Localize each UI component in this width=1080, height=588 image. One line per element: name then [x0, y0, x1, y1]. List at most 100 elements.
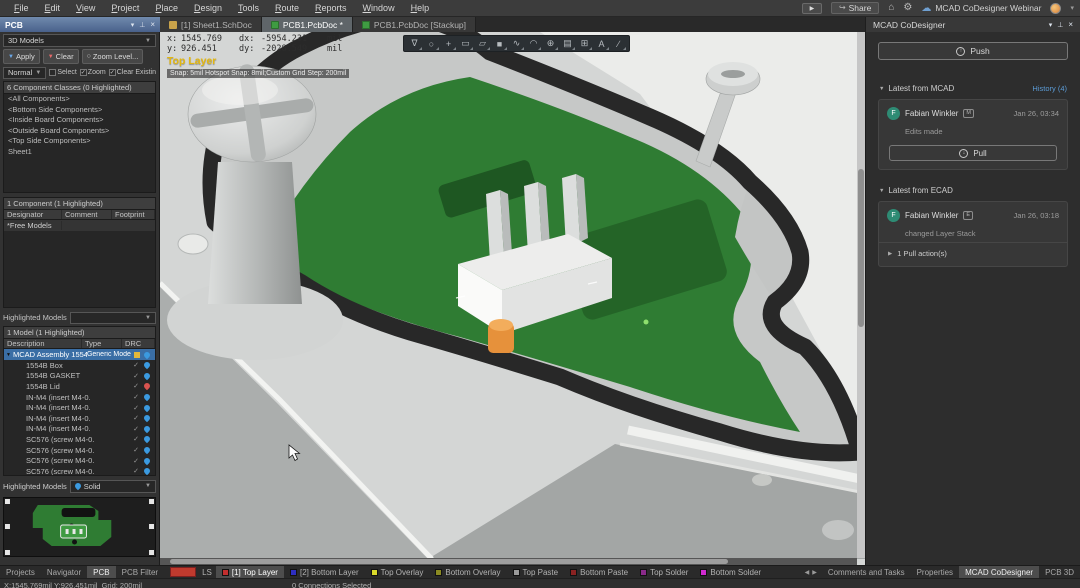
line-icon[interactable]: ∕: [610, 36, 627, 51]
pan-icon[interactable]: ▱: [474, 36, 491, 51]
panel-tab-properties[interactable]: Properties: [911, 566, 959, 578]
checkbox-zoom[interactable]: ✓Zoom: [80, 69, 106, 76]
clear-button[interactable]: ▼Clear: [43, 49, 79, 64]
model-checkbox[interactable]: ✓: [130, 457, 142, 465]
menu-place[interactable]: Place: [147, 2, 186, 14]
move-icon[interactable]: +: [440, 36, 457, 51]
menu-view[interactable]: View: [68, 2, 103, 14]
pcb-3d-viewport[interactable]: x:1545.769dx:-5954.231mil y:926.451dy:-2…: [160, 32, 865, 565]
layer-set-label[interactable]: LS: [198, 566, 216, 578]
filter-icon[interactable]: ∇: [406, 36, 423, 51]
snippet-icon[interactable]: ⊞: [576, 36, 593, 51]
model-checkbox[interactable]: ✓: [130, 435, 142, 443]
horizontal-scrollbar[interactable]: [160, 558, 857, 565]
model-row[interactable]: SC576 (screw M4-0.✓: [4, 445, 155, 456]
model-checkbox[interactable]: ✓: [130, 446, 142, 454]
layer-tab-1-top-layer[interactable]: [1] Top Layer: [216, 566, 284, 578]
model-checkbox[interactable]: ✓: [130, 361, 142, 369]
chevron-down-icon[interactable]: ▾: [131, 21, 135, 29]
highlighted-models-dropdown[interactable]: ▼: [70, 312, 156, 324]
panel-mode-dropdown[interactable]: 3D Models▼: [3, 34, 156, 47]
panel-tab-projects[interactable]: Projects: [0, 566, 41, 578]
menu-reports[interactable]: Reports: [307, 2, 355, 14]
panel-tab-pcb-3d[interactable]: PCB 3D: [1039, 566, 1080, 578]
panel-tab-comments-and-tasks[interactable]: Comments and Tasks: [822, 566, 911, 578]
model-row[interactable]: SC576 (screw M4-0.✓: [4, 434, 155, 445]
push-button[interactable]: ↑ Push: [878, 42, 1068, 60]
latest-from-mcad-section[interactable]: ▼ Latest from MCAD History (4): [866, 84, 1080, 93]
history-link[interactable]: History (4): [1032, 84, 1067, 93]
model-row[interactable]: 1554B Lid✓: [4, 381, 155, 392]
menu-edit[interactable]: Edit: [37, 2, 69, 14]
model-row[interactable]: SC576 (screw M4-0.✓: [4, 466, 155, 476]
panel-tab-pcb[interactable]: PCB: [87, 566, 115, 578]
gear-icon[interactable]: ⚙: [903, 3, 912, 13]
menu-help[interactable]: Help: [403, 2, 438, 14]
share-button[interactable]: ↪Share: [831, 2, 879, 14]
measure-icon[interactable]: ∿: [508, 36, 525, 51]
display-mode-dropdown[interactable]: Solid ▼: [70, 480, 156, 493]
user-avatar[interactable]: [1050, 3, 1061, 14]
col-designator[interactable]: Designator: [4, 210, 62, 219]
col-type[interactable]: Type: [82, 339, 122, 348]
model-checkbox[interactable]: ✓: [130, 467, 142, 475]
apply-button[interactable]: ▼Apply: [3, 49, 40, 64]
close-icon[interactable]: ×: [1068, 20, 1073, 29]
layer-tab-bottom-overlay[interactable]: Bottom Overlay: [429, 566, 506, 578]
model-checkbox[interactable]: ✓: [130, 404, 142, 412]
latest-from-ecad-section[interactable]: ▼ Latest from ECAD: [866, 186, 1080, 195]
model-row[interactable]: IN-M4 (insert M4-0.✓: [4, 424, 155, 435]
layer-tab-2-bottom-layer[interactable]: [2] Bottom Layer: [284, 566, 365, 578]
layer-set-swatch[interactable]: [170, 567, 196, 577]
vertical-scrollbar[interactable]: [857, 32, 865, 558]
doc-tab-pcb1-pcbdoc-stackup[interactable]: PCB1.PcbDoc [Stackup]: [353, 17, 476, 32]
close-icon[interactable]: ×: [150, 20, 155, 29]
col-drc[interactable]: DRC: [122, 339, 155, 348]
drill-icon[interactable]: ⊕: [542, 36, 559, 51]
menu-route[interactable]: Route: [267, 2, 307, 14]
layer-tab-bottom-paste[interactable]: Bottom Paste: [564, 566, 634, 578]
layer-tab-bottom-solder[interactable]: Bottom Solder: [694, 566, 767, 578]
class-item[interactable]: <Top Side Components>: [4, 136, 155, 147]
layer-tab-top-solder[interactable]: Top Solder: [634, 566, 694, 578]
pull-button[interactable]: ↓ Pull: [889, 145, 1057, 161]
menu-file[interactable]: File: [6, 2, 37, 14]
lasso-select-icon[interactable]: ○: [423, 36, 440, 51]
expand-icon[interactable]: ▼: [4, 352, 13, 358]
menu-design[interactable]: Design: [186, 2, 230, 14]
pull-actions-row[interactable]: ▶ 1 Pull action(s): [887, 243, 1059, 260]
model-checkbox[interactable]: ✓: [130, 372, 142, 380]
tab-scroll-arrows[interactable]: ◀▶: [800, 566, 822, 578]
zoom-level-button[interactable]: ○Zoom Level...: [82, 49, 144, 64]
col-description[interactable]: Description: [4, 339, 82, 348]
class-item[interactable]: <Bottom Side Components>: [4, 105, 155, 116]
video-call-button[interactable]: ▶: [802, 3, 822, 14]
doc-tab-1-sheet1-schdoc[interactable]: [1] Sheet1.SchDoc: [160, 17, 262, 32]
checkbox-clear-existin[interactable]: ✓Clear Existin: [109, 69, 156, 76]
model-checkbox[interactable]: ✓: [130, 425, 142, 433]
checkbox-select[interactable]: Select: [49, 69, 76, 76]
model-root-row[interactable]: ▼ MCAD Assembly 1554B Generic Mode: [4, 349, 155, 360]
class-item[interactable]: <Inside Board Components>: [4, 115, 155, 126]
model-checkbox[interactable]: ✓: [130, 414, 142, 422]
fill-mode-icon[interactable]: ■: [491, 36, 508, 51]
area-select-icon[interactable]: ▭: [457, 36, 474, 51]
class-item[interactable]: <Outside Board Components>: [4, 126, 155, 137]
layer-stack-icon[interactable]: ▤: [559, 36, 576, 51]
doc-tab-pcb1-pcbdoc[interactable]: PCB1.PcbDoc *: [262, 17, 353, 32]
panel-tab-navigator[interactable]: Navigator: [41, 566, 87, 578]
pin-icon[interactable]: ⊥: [1057, 21, 1063, 29]
model-checkbox[interactable]: ✓: [130, 382, 142, 390]
layer-tab-top-paste[interactable]: Top Paste: [507, 566, 565, 578]
webinar-link[interactable]: ☁MCAD CoDesigner Webinar: [921, 3, 1041, 14]
model-row[interactable]: 1554B GASKET✓: [4, 371, 155, 382]
chevron-down-icon[interactable]: ▾: [1070, 4, 1074, 12]
normal-dropdown[interactable]: Normal▼: [3, 67, 46, 79]
class-item[interactable]: Sheet1: [4, 147, 155, 158]
model-row[interactable]: SC576 (screw M4-0.✓: [4, 455, 155, 466]
model-row[interactable]: IN-M4 (insert M4-0.✓: [4, 402, 155, 413]
col-comment[interactable]: Comment: [62, 210, 112, 219]
model-row[interactable]: IN-M4 (insert M4-0.✓: [4, 413, 155, 424]
table-row[interactable]: *Free Models: [4, 220, 155, 231]
panel-tab-pcb-filter[interactable]: PCB Filter: [116, 566, 164, 578]
